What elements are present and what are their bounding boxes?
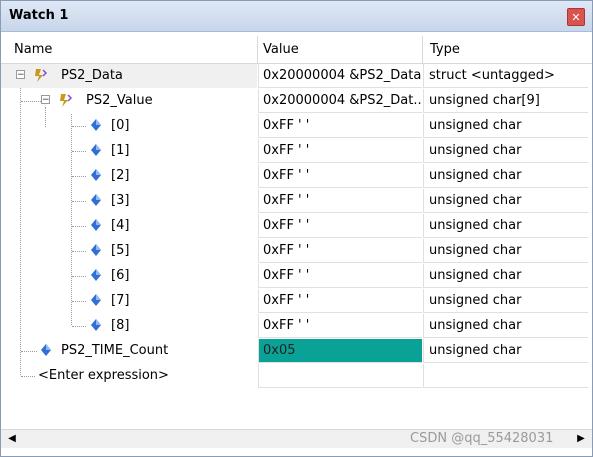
variable-icon <box>91 169 101 181</box>
row-value[interactable]: 0xFF ' ' <box>258 264 422 288</box>
row-type: struct <untagged> <box>423 64 588 88</box>
row-value[interactable] <box>258 364 422 388</box>
row-type: unsigned char <box>423 139 588 163</box>
variable-icon <box>91 219 101 231</box>
tree-row-ps2-data[interactable]: − PS2_Data 0x20000004 &PS2_Data struct <… <box>1 64 592 89</box>
title-bar: Watch 1 ✕ <box>1 1 592 32</box>
tree-line <box>21 376 35 377</box>
variable-icon <box>91 244 101 256</box>
row-type: unsigned char <box>423 239 588 263</box>
row-value[interactable]: 0xFF ' ' <box>258 114 422 138</box>
struct-icon <box>60 94 73 107</box>
column-type-header[interactable]: Type <box>430 42 460 57</box>
row-name: [4] <box>111 218 130 233</box>
column-name-header[interactable]: Name <box>14 42 52 57</box>
variable-icon <box>91 194 101 206</box>
row-name: [0] <box>111 118 130 133</box>
row-value[interactable]: 0x20000004 &PS2_Data <box>258 64 422 88</box>
watch-window: Watch 1 ✕ Name Value Type − PS2_Data 0x2… <box>0 0 593 457</box>
row-value[interactable]: 0xFF ' ' <box>258 239 422 263</box>
row-value[interactable]: 0xFF ' ' <box>258 139 422 163</box>
tree-row-element[interactable]: [6] 0xFF ' ' unsigned char <box>1 264 592 289</box>
collapse-icon[interactable]: − <box>41 95 50 105</box>
tree-row-ps2-value[interactable]: − PS2_Value 0x20000004 &PS2_Dat... unsig… <box>1 89 592 114</box>
close-icon[interactable]: ✕ <box>567 8 585 26</box>
tree-row-element[interactable]: [8] 0xFF ' ' unsigned char <box>1 314 592 339</box>
variable-icon <box>91 319 101 331</box>
tree-row-element[interactable]: [4] 0xFF ' ' unsigned char <box>1 214 592 239</box>
row-name: PS2_TIME_Count <box>61 343 169 358</box>
row-value[interactable]: 0xFF ' ' <box>258 164 422 188</box>
tree-row-ps2-time-count[interactable]: PS2_TIME_Count 0x05 unsigned char <box>1 339 592 364</box>
row-type: unsigned char <box>423 214 588 238</box>
collapse-icon[interactable]: − <box>16 70 25 80</box>
row-name: [7] <box>111 293 130 308</box>
tree-row-element[interactable]: [3] 0xFF ' ' unsigned char <box>1 189 592 214</box>
scroll-right-icon[interactable]: ▶ <box>575 433 587 445</box>
row-name: [2] <box>111 168 130 183</box>
tree-line <box>21 101 41 102</box>
watermark: CSDN @qq_55428031 <box>410 431 554 446</box>
tree-row-element[interactable]: [1] 0xFF ' ' unsigned char <box>1 139 592 164</box>
enter-expression-input[interactable]: <Enter expression> <box>38 364 169 388</box>
row-type: unsigned char[9] <box>423 89 588 113</box>
tree-row-element[interactable]: [5] 0xFF ' ' unsigned char <box>1 239 592 264</box>
column-divider[interactable] <box>422 36 423 63</box>
row-name: [3] <box>111 193 130 208</box>
row-type: unsigned char <box>423 264 588 288</box>
variable-icon <box>91 144 101 156</box>
row-type: unsigned char <box>423 114 588 138</box>
column-value-header[interactable]: Value <box>263 42 299 57</box>
variable-icon <box>91 269 101 281</box>
column-divider[interactable] <box>257 36 258 63</box>
row-type: unsigned char <box>423 164 588 188</box>
row-type: unsigned char <box>423 289 588 313</box>
variable-icon <box>41 344 51 356</box>
row-value[interactable]: 0x20000004 &PS2_Dat... <box>258 89 422 113</box>
variable-icon <box>91 294 101 306</box>
enter-expression-row[interactable]: <Enter expression> <box>1 364 592 389</box>
variable-icon <box>91 119 101 131</box>
row-name: [5] <box>111 243 130 258</box>
tree-row-element[interactable]: [2] 0xFF ' ' unsigned char <box>1 164 592 189</box>
row-value[interactable]: 0xFF ' ' <box>258 214 422 238</box>
row-name: [1] <box>111 143 130 158</box>
row-name: PS2_Data <box>61 68 123 83</box>
row-value[interactable]: 0xFF ' ' <box>258 189 422 213</box>
struct-icon <box>35 69 48 82</box>
tree-row-element[interactable]: [7] 0xFF ' ' unsigned char <box>1 289 592 314</box>
window-title: Watch 1 <box>9 8 69 23</box>
tree-line <box>21 351 37 352</box>
row-type: unsigned char <box>423 189 588 213</box>
row-type: unsigned char <box>423 339 588 363</box>
row-value-changed[interactable]: 0x05 <box>258 339 422 363</box>
row-name: PS2_Value <box>86 93 153 108</box>
row-name: [6] <box>111 268 130 283</box>
row-name: [8] <box>111 318 130 333</box>
row-value[interactable]: 0xFF ' ' <box>258 289 422 313</box>
row-type <box>423 364 588 388</box>
tree-row-element[interactable]: [0] 0xFF ' ' unsigned char <box>1 114 592 139</box>
column-header: Name Value Type <box>1 36 592 64</box>
scroll-left-icon[interactable]: ◀ <box>6 433 18 445</box>
row-type: unsigned char <box>423 314 588 338</box>
row-value[interactable]: 0xFF ' ' <box>258 314 422 338</box>
